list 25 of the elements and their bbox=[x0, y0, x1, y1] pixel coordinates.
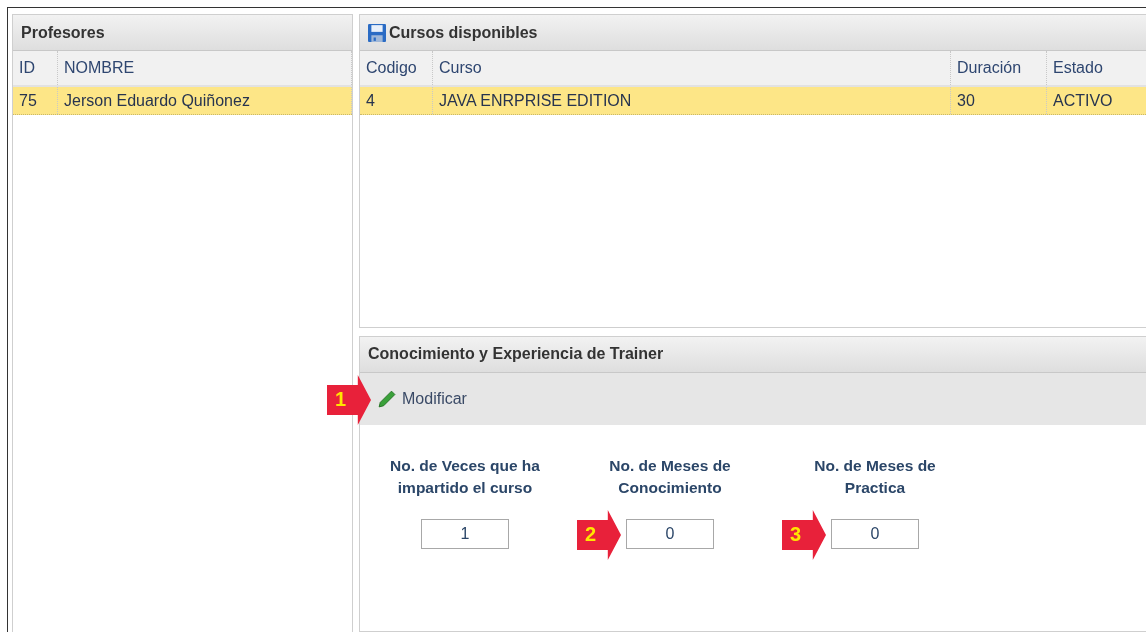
column-header[interactable]: Duración bbox=[951, 51, 1047, 85]
table-cell: 75 bbox=[13, 87, 58, 114]
input-field[interactable]: 1 bbox=[421, 518, 509, 549]
table-cell: Jerson Eduardo Quiñonez bbox=[58, 87, 352, 114]
table-cell: JAVA ENRPRISE EDITION bbox=[433, 87, 951, 114]
pencil-icon bbox=[378, 389, 396, 408]
column-header[interactable]: NOMBRE bbox=[58, 51, 352, 85]
column-header[interactable]: Codigo bbox=[360, 51, 433, 85]
table-cell: 4 bbox=[360, 87, 433, 114]
table-row[interactable]: 75 Jerson Eduardo Quiñonez bbox=[13, 87, 352, 115]
panel-title: Cursos disponibles bbox=[389, 23, 538, 42]
table-row[interactable]: 4 JAVA ENRPRISE EDITION 30 ACTIVO bbox=[360, 87, 1146, 115]
modify-button[interactable]: Modificar bbox=[376, 387, 469, 410]
input-field[interactable]: 0 bbox=[626, 518, 714, 549]
input-field[interactable]: 0 bbox=[831, 518, 919, 549]
field-label: No. de Meses de Practica bbox=[813, 455, 937, 498]
column-header[interactable]: Estado bbox=[1047, 51, 1146, 85]
field-label: No. de Veces que ha impartido el curso bbox=[389, 455, 541, 498]
column-header[interactable]: Curso bbox=[433, 51, 951, 85]
table-cell: ACTIVO bbox=[1047, 87, 1146, 114]
panel-title: Profesores bbox=[21, 23, 105, 42]
table-cell: 30 bbox=[951, 87, 1047, 114]
field-label: No. de Meses de Conocimiento bbox=[608, 455, 732, 498]
column-header[interactable]: ID bbox=[13, 51, 58, 85]
panel-title: Conocimiento y Experiencia de Trainer bbox=[368, 345, 664, 364]
